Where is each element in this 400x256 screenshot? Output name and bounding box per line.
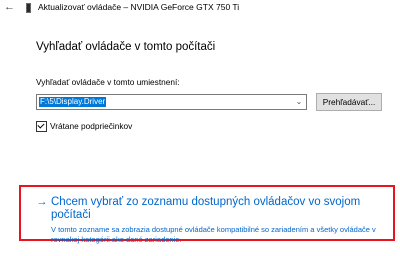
pick-from-list-title[interactable]: Chcem vybrať zo zoznamu dostupných ovlád… xyxy=(51,196,381,222)
include-subfolders-label: Vrátane podpriečinkov xyxy=(50,121,133,131)
highlight-frame: → Chcem vybrať zo zoznamu dostupných ovl… xyxy=(19,185,395,244)
chevron-down-icon[interactable]: ⌄ xyxy=(294,95,304,109)
graphics-card-icon xyxy=(26,3,31,13)
driver-path-combobox[interactable]: F:\5\Display.Driver ⌄ xyxy=(36,94,307,110)
browse-button[interactable]: Prehľadávať... xyxy=(316,93,382,111)
title-bar: ← Aktualizovať ovládače – NVIDIA GeForce… xyxy=(0,0,400,16)
arrow-right-icon: → xyxy=(36,196,48,208)
search-location-label: Vyhľadať ovládače v tomto umiestnení: xyxy=(36,77,180,87)
pick-from-list-description: V tomto zozname sa zobrazia dostupné ovl… xyxy=(51,225,376,244)
driver-path-input[interactable]: F:\5\Display.Driver xyxy=(39,97,107,107)
window-title: Aktualizovať ovládače – NVIDIA GeForce G… xyxy=(38,2,240,12)
page-heading: Vyhľadať ovládače v tomto počítači xyxy=(36,41,216,53)
back-arrow-icon[interactable]: ← xyxy=(4,0,16,14)
checkbox-checked-icon[interactable] xyxy=(36,121,47,132)
